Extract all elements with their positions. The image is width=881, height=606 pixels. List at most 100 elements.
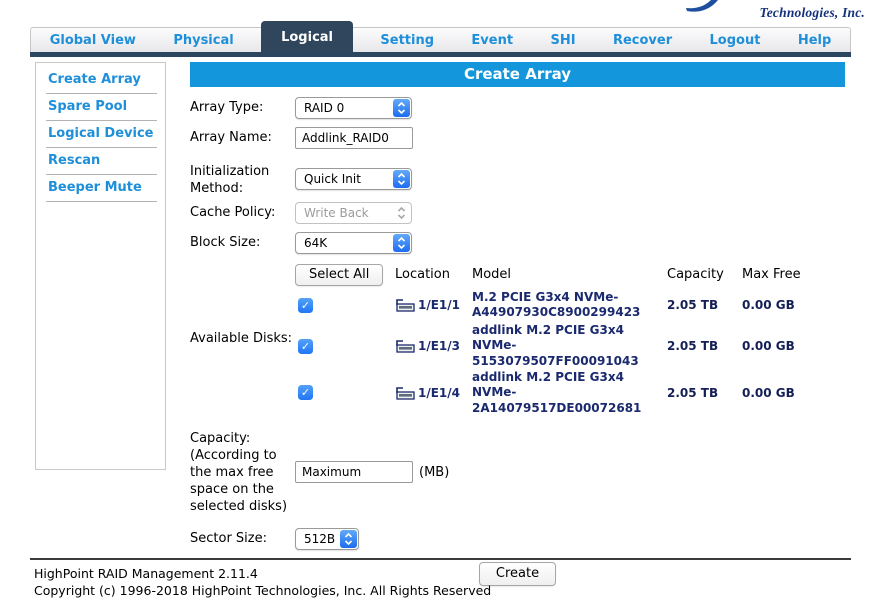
sidebar-item-label: Rescan: [48, 153, 101, 168]
header-max-free: Max Free: [742, 267, 801, 283]
disk-max-free: 0.00 GB: [742, 339, 795, 354]
highpoint-logo-swoosh-icon: [686, 0, 718, 12]
disk-capacity: 2.05 TB: [667, 298, 719, 313]
disk-drive-icon: [396, 340, 415, 353]
nav-tab-label: Logout: [709, 33, 761, 48]
sidebar: Create Array Spare Pool Logical Device R…: [35, 62, 166, 470]
disk-location: 1/E1/3: [418, 339, 461, 354]
array-type-value: RAID 0: [304, 101, 345, 115]
chevron-up-down-icon: [340, 529, 357, 548]
sidebar-item[interactable]: Beeper Mute: [46, 175, 157, 202]
nav-tab-label: Setting: [380, 33, 435, 48]
disk-location: 1/E1/4: [418, 385, 461, 400]
nav-tab-label: Global View: [49, 33, 136, 48]
sidebar-item-label: Spare Pool: [48, 99, 128, 114]
sector-size-label: Sector Size:: [190, 530, 267, 546]
capacity-row: Capacity: (According to the max free spa…: [190, 428, 845, 515]
array-name-row: Array Name:: [190, 127, 845, 149]
nav-tab[interactable]: Logical: [261, 21, 354, 54]
header-location: Location: [395, 267, 450, 283]
nav-underline: [30, 52, 851, 57]
chevron-up-down-icon: [393, 170, 410, 189]
nav-tab-label: Logical: [281, 30, 334, 45]
array-type-label: Array Type:: [190, 100, 264, 115]
sidebar-item[interactable]: Logical Device: [46, 121, 157, 148]
chevron-up-down-icon: [393, 99, 410, 117]
capacity-unit: (MB): [419, 464, 450, 480]
disk-drive-icon: [396, 387, 415, 400]
logo-tagline: Technologies, Inc.: [759, 5, 865, 20]
array-name-input[interactable]: [295, 127, 413, 149]
page-title: Create Array: [190, 62, 845, 87]
disk-checkbox[interactable]: ✓: [298, 338, 313, 354]
disk-model: M.2 PCIE G3x4 NVMe-A44907930C8900299423: [472, 289, 641, 320]
nav-tab[interactable]: SHI: [540, 33, 585, 48]
header-model: Model: [472, 267, 512, 283]
nav-tab[interactable]: Setting: [370, 33, 444, 48]
block-size-value: 64K: [304, 235, 328, 250]
capacity-label: Capacity: (According to the max free spa…: [190, 431, 288, 514]
init-method-select[interactable]: Quick Init: [295, 168, 412, 191]
nav-tab[interactable]: Physical: [163, 33, 243, 48]
cache-policy-value: Write Back: [304, 205, 369, 220]
capacity-input[interactable]: [295, 461, 413, 484]
disk-row: ✓ 1/E1/3 addlink M.2 PCIE G3x4 NVMe-5153…: [295, 323, 827, 370]
footer: HighPoint RAID Management 2.11.4 Copyrig…: [34, 565, 491, 599]
disk-row: ✓ 1/E1/1 M.2 PCIE G3x4 NVMe-A44907930C89…: [295, 288, 827, 323]
nav-tab-label: Event: [471, 33, 514, 48]
block-size-row: Block Size: 64K: [190, 231, 845, 254]
array-type-row: Array Type: RAID 0: [190, 97, 845, 119]
cache-policy-select: Write Back: [295, 201, 412, 224]
nav-tab[interactable]: Help: [788, 33, 841, 48]
disk-rows: ✓ 1/E1/1 M.2 PCIE G3x4 NVMe-A44907930C89…: [295, 288, 827, 417]
disk-capacity: 2.05 TB: [667, 339, 719, 354]
nav-tab[interactable]: Event: [461, 33, 523, 48]
disk-model: addlink M.2 PCIE G3x4 NVMe-2A14079517DE0…: [472, 369, 642, 415]
disk-max-free: 0.00 GB: [742, 385, 795, 400]
disk-table-header: Select All Location Model Capacity Max F…: [295, 262, 827, 288]
nav-tab-label: Physical: [173, 33, 234, 48]
disk-checkbox[interactable]: ✓: [298, 297, 313, 313]
sidebar-item[interactable]: Spare Pool: [46, 94, 157, 121]
main-nav: Global View Physical Logical Setting Eve…: [30, 21, 851, 54]
sidebar-item[interactable]: Create Array: [46, 67, 157, 94]
cache-policy-label: Cache Policy:: [190, 204, 276, 220]
disk-max-free: 0.00 GB: [742, 298, 795, 313]
sector-size-select[interactable]: 512B: [295, 527, 359, 550]
footer-copyright: Copyright (c) 1996-2018 HighPoint Techno…: [34, 583, 492, 598]
sidebar-item[interactable]: Rescan: [46, 148, 157, 175]
sidebar-item-label: Logical Device: [48, 126, 154, 141]
init-method-value: Quick Init: [304, 172, 361, 187]
sector-size-row: Sector Size: 512B: [190, 527, 845, 550]
sector-size-value: 512B: [304, 531, 336, 546]
nav-tab-label: Help: [797, 33, 832, 48]
sidebar-item-label: Beeper Mute: [48, 180, 142, 195]
block-size-label: Block Size:: [190, 234, 261, 250]
nav-tab[interactable]: Recover: [603, 33, 682, 48]
disk-checkbox[interactable]: ✓: [298, 385, 313, 401]
cache-policy-row: Cache Policy: Write Back: [190, 201, 845, 224]
create-array-form: Array Type: RAID 0 Array Name: Initializ…: [190, 87, 845, 586]
main-panel: Create Array Array Type: RAID 0 Array Na…: [190, 62, 845, 586]
nav-tab[interactable]: Logout: [700, 33, 771, 48]
array-type-select[interactable]: RAID 0: [295, 97, 412, 119]
available-disks-label: Available Disks:: [190, 330, 293, 346]
chevron-up-down-icon: [393, 233, 410, 252]
disk-table: Select All Location Model Capacity Max F…: [295, 262, 827, 417]
nav-tab[interactable]: Global View: [40, 33, 146, 48]
chevron-up-down-icon: [393, 204, 410, 222]
disk-model: addlink M.2 PCIE G3x4 NVMe-5153079507FF0…: [472, 322, 639, 368]
array-name-label: Array Name:: [190, 130, 272, 145]
header-capacity: Capacity: [667, 267, 724, 283]
init-method-label: Initialization Method:: [190, 164, 270, 196]
block-size-select[interactable]: 64K: [295, 231, 412, 254]
disk-row: ✓ 1/E1/4 addlink M.2 PCIE G3x4 NVMe-2A14…: [295, 370, 827, 417]
disk-location: 1/E1/1: [418, 298, 461, 313]
init-method-row: Initialization Method: Quick Init: [190, 161, 845, 198]
nav-tab-label: SHI: [550, 33, 576, 48]
disk-capacity: 2.05 TB: [667, 385, 719, 400]
available-disks-section: Available Disks: Select All Location Mod…: [190, 262, 845, 417]
select-all-button[interactable]: Select All: [295, 263, 384, 286]
footer-divider: [30, 558, 851, 560]
footer-version: HighPoint RAID Management 2.11.4: [34, 566, 258, 581]
